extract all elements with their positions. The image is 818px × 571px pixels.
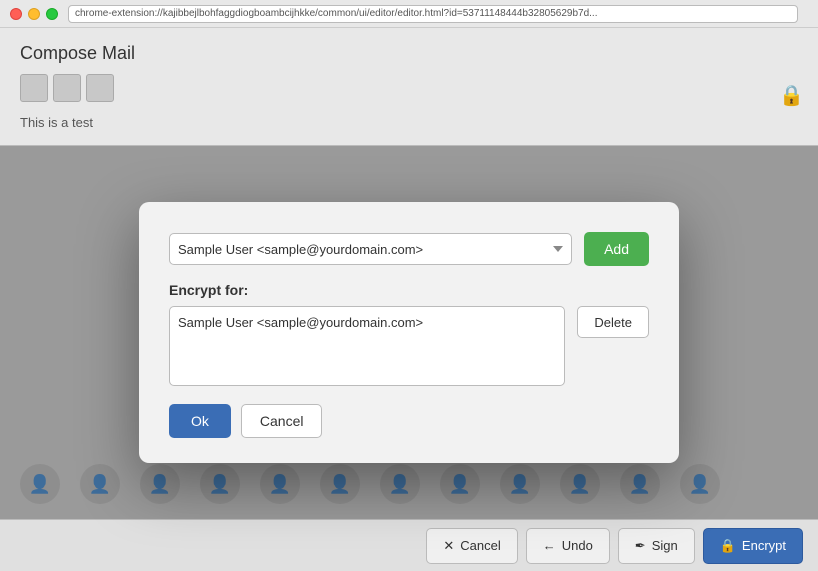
undo-button[interactable]: ← Undo: [526, 528, 610, 564]
title-bar: chrome-extension://kajibbejlbohfaggdiogb…: [0, 0, 818, 28]
encrypt-for-row: Delete: [169, 306, 649, 386]
lock-icon: 🔒: [720, 538, 736, 554]
compose-body: This is a test: [20, 110, 798, 135]
cancel-button[interactable]: ✕ Cancel: [426, 528, 517, 564]
compose-toolbar: [20, 74, 798, 102]
add-button[interactable]: Add: [584, 232, 649, 266]
modal-actions: Ok Cancel: [169, 404, 649, 438]
app-container: Compose Mail This is a test 🔒 👤 👤 👤 👤 👤 …: [0, 28, 818, 571]
middle-area: 👤 👤 👤 👤 👤 👤 👤 👤 👤 👤 👤 👤 Sample User <sam…: [0, 146, 818, 519]
delete-button[interactable]: Delete: [577, 306, 649, 338]
cancel-modal-button[interactable]: Cancel: [241, 404, 323, 438]
compose-title: Compose Mail: [20, 43, 798, 64]
encrypt-for-label: Encrypt for:: [169, 282, 649, 298]
traffic-lights: [10, 8, 58, 20]
compose-area: Compose Mail This is a test 🔒: [0, 28, 818, 146]
x-icon: ✕: [443, 538, 454, 554]
lock-icon: 🔒: [779, 83, 803, 107]
user-select[interactable]: Sample User <sample@yourdomain.com>: [169, 233, 572, 265]
minimize-button[interactable]: [28, 8, 40, 20]
user-select-row: Sample User <sample@yourdomain.com> Add: [169, 232, 649, 266]
url-bar: chrome-extension://kajibbejlbohfaggdiogb…: [68, 5, 798, 23]
maximize-button[interactable]: [46, 8, 58, 20]
encrypt-button[interactable]: 🔒 Encrypt: [703, 528, 803, 564]
bottom-toolbar: ✕ Cancel ← Undo ✒ Sign 🔒 Encrypt: [0, 519, 818, 571]
modal-dialog: Sample User <sample@yourdomain.com> Add …: [139, 202, 679, 463]
ok-button[interactable]: Ok: [169, 404, 231, 438]
close-button[interactable]: [10, 8, 22, 20]
pen-icon: ✒: [635, 538, 646, 554]
undo-icon: ←: [543, 538, 556, 553]
encrypt-for-textarea[interactable]: [169, 306, 565, 386]
modal-overlay: Sample User <sample@yourdomain.com> Add …: [0, 146, 818, 519]
toolbar-btn-2[interactable]: [53, 74, 81, 102]
toolbar-btn-3[interactable]: [86, 74, 114, 102]
sign-button[interactable]: ✒ Sign: [618, 528, 695, 564]
toolbar-btn-1[interactable]: [20, 74, 48, 102]
